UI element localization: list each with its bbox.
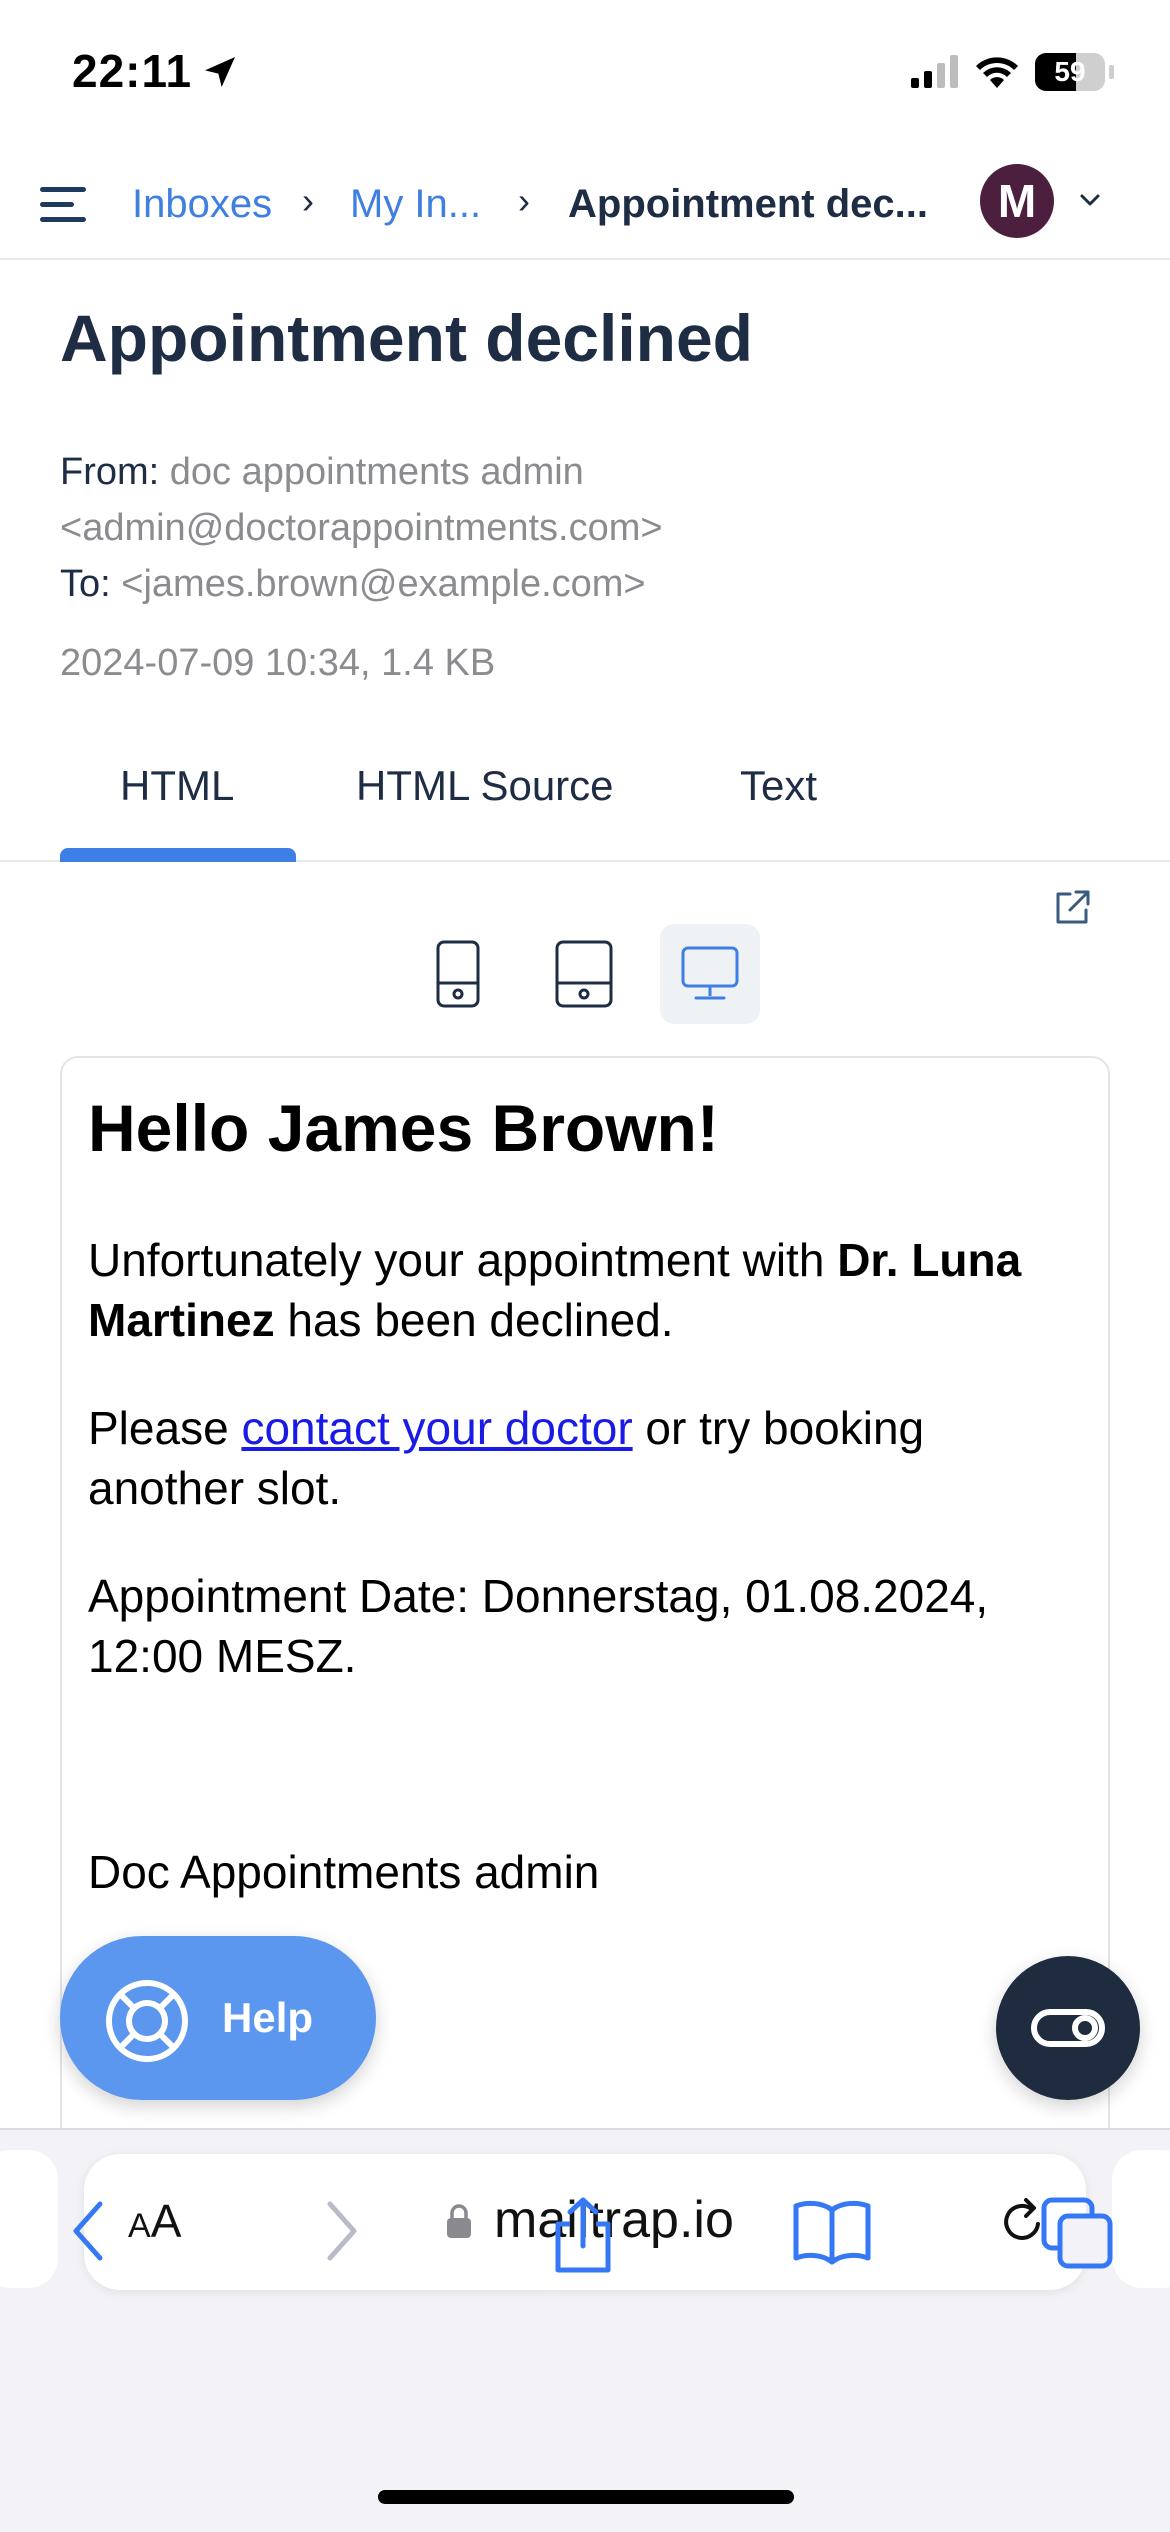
to-label: To: [60,563,111,605]
page-title: Appointment declined [60,301,753,375]
from-email: <admin@doctorappointments.com> [60,507,663,549]
chevron-right-icon: › [518,180,530,221]
status-time: 22:11 [72,45,193,97]
view-tabs: HTML HTML Source Text [0,730,1170,862]
appointment-date: Appointment Date: Donnerstag, 01.08.2024… [88,1570,989,1682]
mobile-view-button[interactable] [408,924,508,1024]
next-tab-card[interactable] [1112,2150,1170,2288]
from-label: From: [60,451,160,493]
forward-icon[interactable] [316,2196,366,2266]
help-button[interactable]: Help [60,1936,376,2100]
breadcrumb-inboxes[interactable]: Inboxes [132,178,272,230]
email-greeting: Hello James Brown! [88,1091,719,1165]
wifi-icon [976,57,1018,88]
tablet-icon [555,940,613,1008]
desktop-monitor-icon [681,946,739,1000]
chevron-down-icon[interactable] [1076,188,1104,212]
chevron-right-icon: › [302,180,314,221]
toggle-preferences-button[interactable] [996,1956,1140,2100]
email-paragraph-contact: Please contact your doctor or try bookin… [88,1398,1068,1518]
external-link-icon[interactable] [1050,886,1094,930]
share-icon[interactable] [548,2196,618,2276]
back-icon[interactable] [64,2196,114,2266]
to-line: To: <james.brown@example.com> [60,556,646,612]
lock-icon [447,2204,471,2238]
previous-tab-card[interactable] [0,2150,58,2288]
breadcrumb-my-inbox[interactable]: My In... [350,178,481,230]
from-line: From: doc appointments admin [60,444,584,500]
text-size-button[interactable]: AA [128,2194,181,2248]
tabs-icon[interactable] [1040,2196,1116,2272]
contact-doctor-link[interactable]: contact your doctor [241,1402,632,1454]
email-paragraph-declined: Unfortunately your appointment with Dr. … [88,1230,1068,1350]
mobile-icon [436,940,480,1008]
location-arrow-icon [205,57,235,87]
home-indicator [378,2490,794,2504]
toggle-icon [1031,2009,1105,2047]
cellular-signal-icon [911,55,958,88]
help-label: Help [222,1994,314,2041]
email-text: Please [88,1402,242,1454]
battery-level: 59 [1054,56,1086,87]
battery-icon: 59 [1035,53,1105,91]
from-name: doc appointments admin [169,451,584,493]
active-tab-indicator [60,848,296,862]
tab-html[interactable]: HTML [120,762,234,810]
top-navigation: Inboxes › My In... › Appointment dec... … [0,150,1170,260]
desktop-view-button[interactable] [660,924,760,1024]
email-text: Unfortunately your appointment with [88,1234,838,1286]
from-email-line: <admin@doctorappointments.com> [60,500,663,556]
date-size: 2024-07-09 10:34, 1.4 KB [60,642,496,684]
tab-html-source[interactable]: HTML Source [356,762,614,810]
status-indicators: 59 [909,50,1114,94]
lifebuoy-icon [106,1980,188,2062]
to-email: <james.brown@example.com> [121,563,646,605]
email-text: has been declined. [274,1294,674,1346]
avatar[interactable]: M [980,164,1054,238]
email-signature: Doc Appointments admin [88,1846,600,1898]
browser-toolbar: AA mailtrap.io [0,2128,1170,2532]
tablet-view-button[interactable] [534,924,634,1024]
tab-text[interactable]: Text [740,762,817,810]
breadcrumb-current: Appointment dec... [568,182,928,226]
menu-icon[interactable] [40,183,90,227]
status-bar: 22:11 59 [0,0,1170,150]
bookmarks-icon[interactable] [792,2196,872,2266]
